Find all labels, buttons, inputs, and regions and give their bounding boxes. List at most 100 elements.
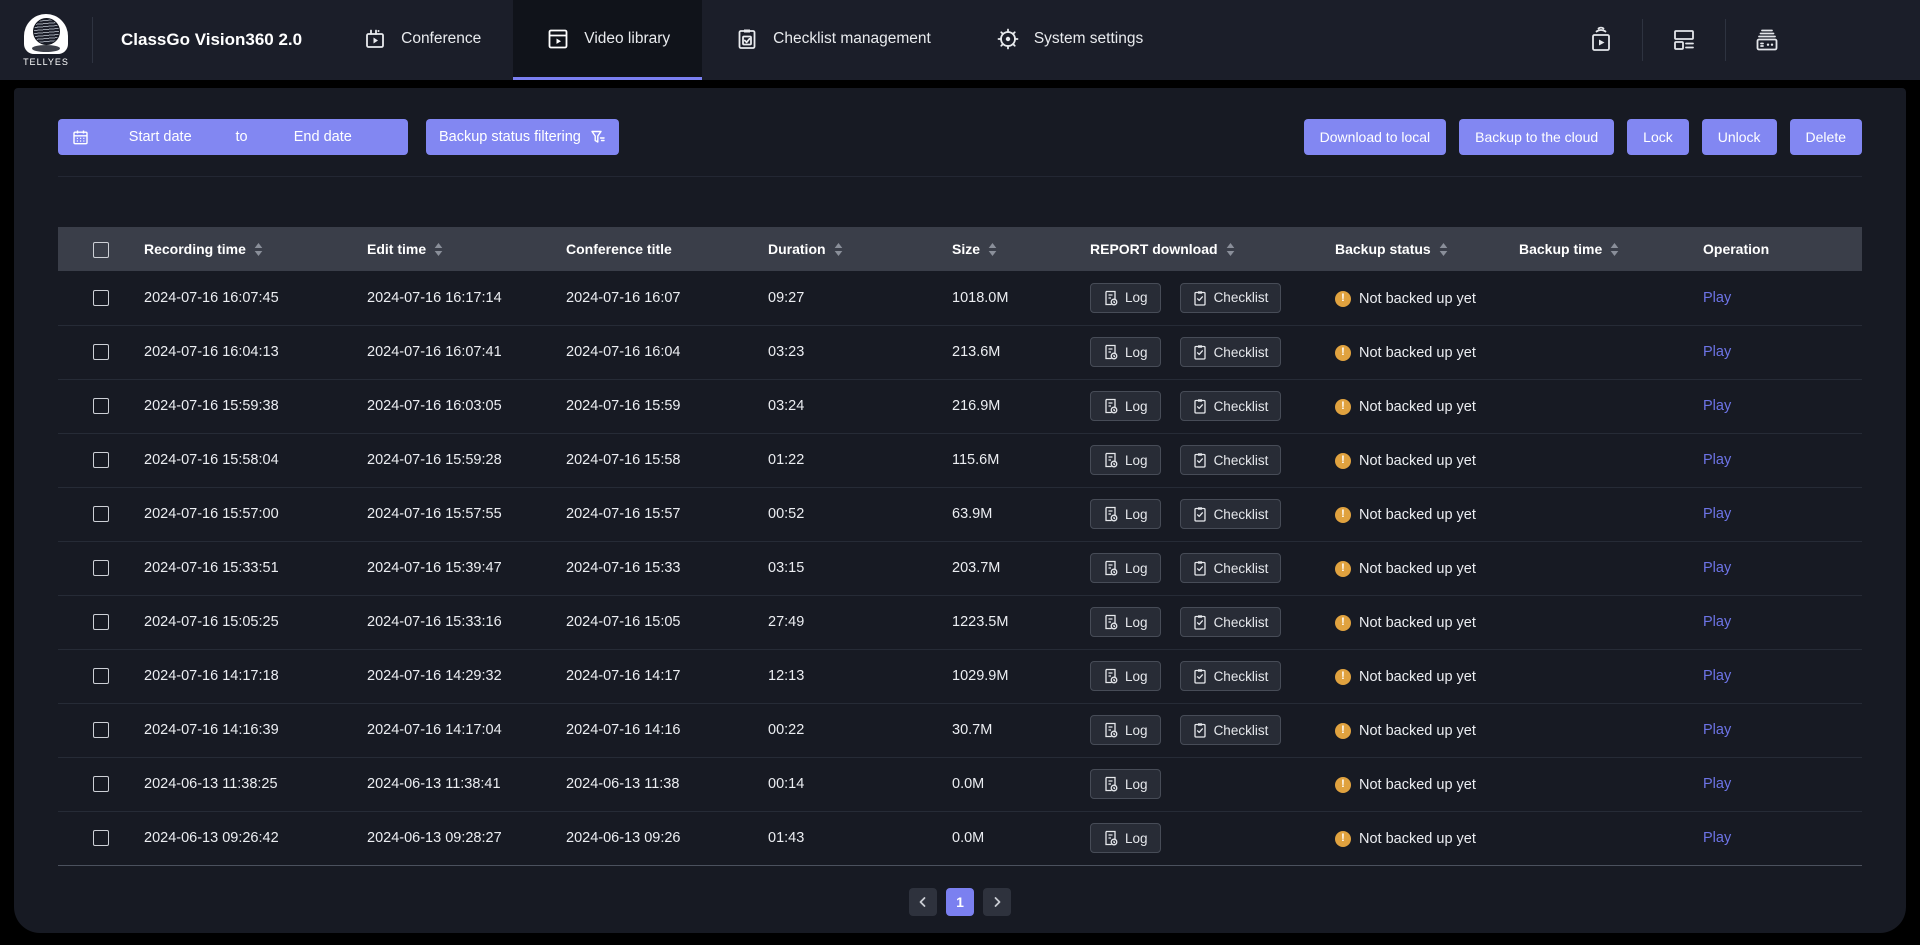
layout-windows-icon[interactable] [1643, 26, 1725, 54]
backup-status-filter-button[interactable]: Backup status filtering [426, 119, 619, 155]
delete-button[interactable]: Delete [1790, 119, 1862, 155]
log-button[interactable]: Log [1090, 607, 1161, 637]
log-button[interactable]: Log [1090, 499, 1161, 529]
checklist-button-label: Checklist [1214, 290, 1269, 305]
live-cast-icon[interactable] [1560, 25, 1642, 55]
navbar-right-icons [1560, 0, 1920, 80]
date-range-picker[interactable]: Start date to End date [58, 119, 408, 155]
cell-backup-time [1519, 379, 1703, 433]
warning-icon: ! [1335, 507, 1351, 523]
log-button-label: Log [1125, 615, 1148, 630]
row-checkbox[interactable] [93, 398, 109, 414]
column-header-duration[interactable]: Duration [768, 227, 952, 271]
log-button[interactable]: Log [1090, 769, 1161, 799]
start-date-field[interactable]: Start date [89, 129, 231, 145]
settings-gear-icon [995, 26, 1021, 52]
recorder-device-icon[interactable] [1726, 25, 1808, 55]
cell-recording-time: 2024-07-16 15:58:04 [144, 433, 367, 487]
next-page-button[interactable] [983, 888, 1011, 916]
cell-conference-title: 2024-07-16 16:04 [566, 325, 768, 379]
table-row: 2024-06-13 11:38:25 2024-06-13 11:38:41 … [58, 757, 1862, 811]
play-link[interactable]: Play [1703, 506, 1731, 522]
cell-recording-time: 2024-06-13 09:26:42 [144, 811, 367, 865]
unlock-button[interactable]: Unlock [1702, 119, 1777, 155]
checklist-clipboard-icon [1193, 614, 1207, 630]
tab-system-settings[interactable]: System settings [963, 0, 1175, 80]
checklist-button[interactable]: Checklist [1180, 337, 1282, 367]
checklist-button[interactable]: Checklist [1180, 715, 1282, 745]
log-button[interactable]: Log [1090, 445, 1161, 475]
cell-report-download: Log Checklist [1090, 379, 1335, 433]
log-button[interactable]: Log [1090, 715, 1161, 745]
row-checkbox[interactable] [93, 506, 109, 522]
checklist-button[interactable]: Checklist [1180, 607, 1282, 637]
cell-duration: 27:49 [768, 595, 952, 649]
tab-label: Conference [401, 30, 481, 48]
play-link[interactable]: Play [1703, 560, 1731, 576]
end-date-field[interactable]: End date [252, 129, 394, 145]
play-link[interactable]: Play [1703, 344, 1731, 360]
cell-duration: 01:43 [768, 811, 952, 865]
row-checkbox[interactable] [93, 290, 109, 306]
download-to-local-button[interactable]: Download to local [1304, 119, 1447, 155]
column-header-report_download[interactable]: REPORT download [1090, 227, 1335, 271]
cell-recording-time: 2024-07-16 16:07:45 [144, 271, 367, 325]
checklist-button[interactable]: Checklist [1180, 391, 1282, 421]
play-link[interactable]: Play [1703, 776, 1731, 792]
log-file-icon [1103, 560, 1118, 576]
play-link[interactable]: Play [1703, 452, 1731, 468]
column-header-recording_time[interactable]: Recording time [144, 227, 367, 271]
backup-status-text: Not backed up yet [1359, 399, 1476, 415]
play-link[interactable]: Play [1703, 668, 1731, 684]
checklist-button[interactable]: Checklist [1180, 661, 1282, 691]
play-link[interactable]: Play [1703, 830, 1731, 846]
log-button[interactable]: Log [1090, 337, 1161, 367]
checklist-button[interactable]: Checklist [1180, 283, 1282, 313]
lock-button[interactable]: Lock [1627, 119, 1689, 155]
log-button[interactable]: Log [1090, 553, 1161, 583]
cell-report-download: Log Checklist [1090, 649, 1335, 703]
log-file-icon [1103, 398, 1118, 414]
log-file-icon [1103, 722, 1118, 738]
play-link[interactable]: Play [1703, 290, 1731, 306]
tab-video-library[interactable]: Video library [513, 0, 702, 80]
row-checkbox[interactable] [93, 776, 109, 792]
cell-backup-time [1519, 433, 1703, 487]
log-button[interactable]: Log [1090, 283, 1161, 313]
select-all-header [58, 227, 144, 271]
filter-button-label: Backup status filtering [439, 129, 581, 145]
checklist-button[interactable]: Checklist [1180, 499, 1282, 529]
row-checkbox[interactable] [93, 830, 109, 846]
prev-page-button[interactable] [909, 888, 937, 916]
cell-backup-status: ! Not backed up yet [1335, 811, 1519, 865]
column-header-backup_status[interactable]: Backup status [1335, 227, 1519, 271]
cell-report-download: Log Checklist [1090, 541, 1335, 595]
backup-to-cloud-button[interactable]: Backup to the cloud [1459, 119, 1614, 155]
log-button[interactable]: Log [1090, 661, 1161, 691]
column-header-edit_time[interactable]: Edit time [367, 227, 566, 271]
cell-duration: 12:13 [768, 649, 952, 703]
log-button-label: Log [1125, 399, 1148, 414]
cell-edit-time: 2024-07-16 16:07:41 [367, 325, 566, 379]
log-button[interactable]: Log [1090, 391, 1161, 421]
column-header-backup_time[interactable]: Backup time [1519, 227, 1703, 271]
row-checkbox[interactable] [93, 614, 109, 630]
row-checkbox[interactable] [93, 344, 109, 360]
tab-conference[interactable]: Conference [330, 0, 513, 80]
row-checkbox[interactable] [93, 668, 109, 684]
play-link[interactable]: Play [1703, 722, 1731, 738]
select-all-checkbox[interactable] [93, 242, 109, 258]
row-checkbox[interactable] [93, 722, 109, 738]
play-link[interactable]: Play [1703, 614, 1731, 630]
log-button[interactable]: Log [1090, 823, 1161, 853]
row-checkbox[interactable] [93, 452, 109, 468]
tab-label: System settings [1034, 30, 1143, 48]
row-checkbox[interactable] [93, 560, 109, 576]
page-number-button[interactable]: 1 [946, 888, 974, 916]
checklist-button[interactable]: Checklist [1180, 445, 1282, 475]
play-link[interactable]: Play [1703, 398, 1731, 414]
tab-checklist-management[interactable]: Checklist management [702, 0, 963, 80]
column-header-size[interactable]: Size [952, 227, 1090, 271]
checklist-clipboard-icon [1193, 668, 1207, 684]
checklist-button[interactable]: Checklist [1180, 553, 1282, 583]
